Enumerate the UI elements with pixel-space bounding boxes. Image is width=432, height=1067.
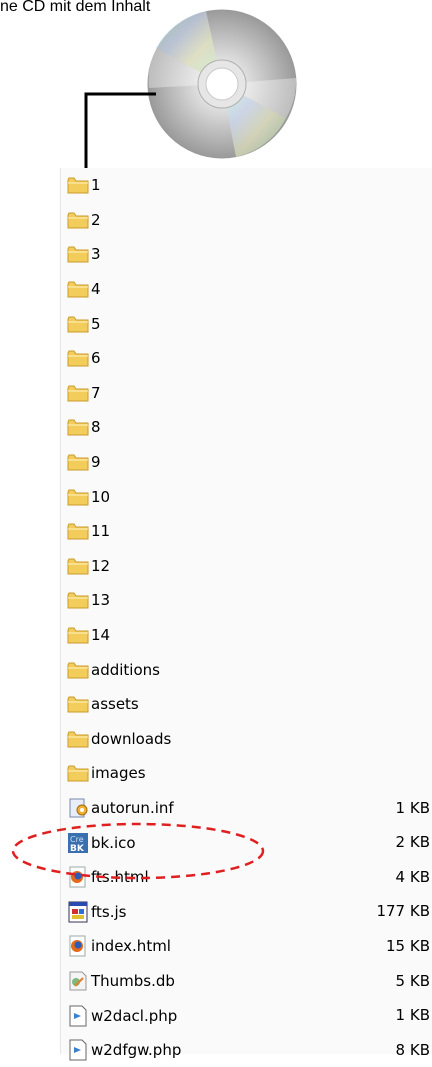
file-row[interactable]: 14 (66, 618, 432, 653)
file-name: index.html (91, 937, 171, 956)
file-row[interactable]: 3 (66, 237, 432, 272)
settings-file-icon (66, 797, 90, 819)
script-file-icon (66, 901, 90, 923)
file-name: 9 (91, 453, 101, 472)
file-row[interactable]: autorun.inf 1 KB (66, 791, 432, 826)
file-row[interactable]: 8 (66, 410, 432, 445)
file-name: assets (91, 695, 139, 714)
file-name: w2dfgw.php (91, 1041, 182, 1060)
folder-icon (66, 451, 90, 473)
file-name: 3 (91, 245, 101, 264)
folder-icon (66, 243, 90, 265)
folder-icon (66, 313, 90, 335)
file-size: 1 KB (395, 1006, 430, 1025)
folder-icon (66, 382, 90, 404)
file-row[interactable]: fts.html 4 KB (66, 860, 432, 895)
file-list: 1 2 3 4 5 6 7 8 9 10 11 12 13 14 additions assets downlo… (66, 168, 432, 1067)
folder-icon (66, 209, 90, 231)
file-row[interactable]: 9 (66, 445, 432, 480)
file-name: 1 (91, 176, 101, 195)
file-name: 8 (91, 418, 101, 437)
svg-text:Cre: Cre (70, 835, 84, 844)
file-row[interactable]: 1 (66, 168, 432, 203)
file-name: Thumbs.db (91, 971, 175, 990)
file-size: 177 KB (376, 902, 430, 921)
file-name: fts.js (91, 902, 127, 921)
file-row[interactable]: 11 (66, 514, 432, 549)
folder-icon (66, 486, 90, 508)
folder-icon (66, 693, 90, 715)
firefox-icon (66, 935, 90, 957)
file-row[interactable]: Cre BK bk.ico 2 KB (66, 825, 432, 860)
file-size: 5 KB (395, 971, 430, 990)
file-row[interactable]: fts.js 177 KB (66, 894, 432, 929)
firefox-icon (66, 866, 90, 888)
file-row[interactable]: 10 (66, 479, 432, 514)
folder-icon (66, 762, 90, 784)
folder-icon (66, 555, 90, 577)
file-size: 1 KB (395, 798, 430, 817)
php-file-icon (66, 1039, 90, 1061)
file-size: 8 KB (395, 1040, 430, 1059)
file-name: 11 (91, 522, 111, 541)
folder-icon (66, 589, 90, 611)
folder-icon (66, 416, 90, 438)
file-name: 7 (91, 383, 101, 402)
file-row[interactable]: w2dacl.php 1 KB (66, 998, 432, 1033)
file-row[interactable]: assets (66, 687, 432, 722)
file-name: 2 (91, 210, 101, 229)
file-name: 12 (91, 556, 111, 575)
svg-text:BK: BK (70, 844, 85, 854)
image-file-icon: Cre BK (66, 832, 90, 854)
php-file-icon (66, 1005, 90, 1027)
folder-icon (66, 174, 90, 196)
file-name: 5 (91, 314, 101, 333)
file-row[interactable]: w2dfgw.php 8 KB (66, 1033, 432, 1067)
file-row[interactable]: index.html 15 KB (66, 929, 432, 964)
file-name: 14 (91, 626, 111, 645)
file-row[interactable]: 13 (66, 583, 432, 618)
file-row[interactable]: additions (66, 652, 432, 687)
file-name: bk.ico (91, 833, 136, 852)
file-name: fts.html (91, 868, 149, 887)
file-row[interactable]: 5 (66, 306, 432, 341)
thumbs-file-icon (66, 970, 90, 992)
folder-icon (66, 520, 90, 542)
file-name: 10 (91, 487, 111, 506)
file-row[interactable]: images (66, 756, 432, 791)
file-row[interactable]: 7 (66, 376, 432, 411)
folder-icon (66, 278, 90, 300)
file-row[interactable]: 12 (66, 549, 432, 584)
file-name: autorun.inf (91, 798, 174, 817)
folder-icon (66, 659, 90, 681)
file-name: images (91, 764, 146, 783)
file-row[interactable]: downloads (66, 722, 432, 757)
cd-disc-icon (147, 9, 297, 159)
file-name: 4 (91, 280, 101, 299)
file-name: 13 (91, 591, 111, 610)
file-name: additions (91, 660, 160, 679)
file-row[interactable]: Thumbs.db 5 KB (66, 964, 432, 999)
folder-icon (66, 624, 90, 646)
file-row[interactable]: 4 (66, 272, 432, 307)
file-size: 15 KB (386, 937, 430, 956)
caption-text: ne CD mit dem Inhalt (0, 0, 151, 15)
file-size: 4 KB (395, 867, 430, 886)
file-name: 6 (91, 349, 101, 368)
file-name: w2dacl.php (91, 1006, 178, 1025)
file-row[interactable]: 6 (66, 341, 432, 376)
folder-icon (66, 728, 90, 750)
file-row[interactable]: 2 (66, 203, 432, 238)
file-name: downloads (91, 729, 172, 748)
file-size: 2 KB (395, 833, 430, 852)
folder-icon (66, 347, 90, 369)
